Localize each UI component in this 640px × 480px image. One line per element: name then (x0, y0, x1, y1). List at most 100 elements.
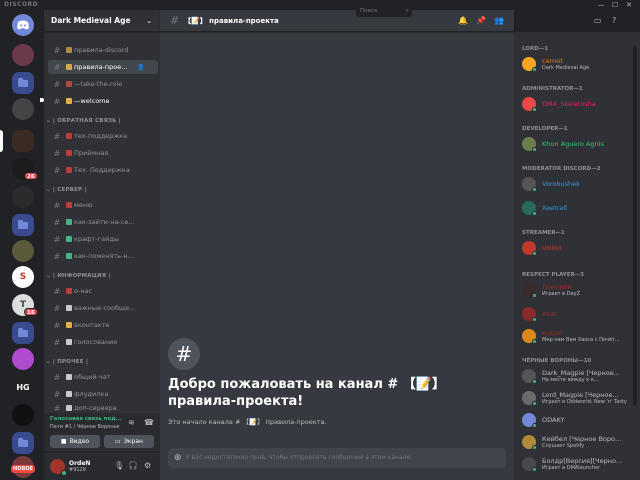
home-button[interactable] (12, 14, 34, 36)
member-name: DMA_Skeletosha (542, 100, 596, 108)
channel-item[interactable]: # вконтакте (48, 318, 158, 332)
channel-label: правила-discord (74, 46, 129, 54)
members-icon[interactable]: 👥 (494, 10, 504, 32)
online-status-icon (532, 445, 537, 450)
close-button[interactable]: ✕ (624, 0, 634, 10)
help-icon[interactable]: ? (612, 10, 616, 32)
channel-label: о-нас (74, 287, 93, 295)
hash-icon: # (53, 234, 61, 244)
category-header[interactable]: ⌄ | ОБРАТНАЯ СВЯЗЬ | (46, 118, 121, 124)
channel-item[interactable]: # тех-поддержка (48, 129, 158, 143)
channel-item[interactable]: # Приёмная (48, 146, 158, 160)
server-dark-medieval-age[interactable] (12, 130, 34, 152)
channel-item[interactable]: # о-нас (48, 284, 158, 298)
online-status-icon (532, 401, 537, 406)
server-name: Dark Medieval Age (51, 16, 131, 25)
server-icon[interactable] (12, 186, 34, 208)
role-header: LORD—1 (522, 46, 549, 52)
headphones-icon[interactable]: 🎧 (128, 461, 138, 470)
invite-icon[interactable]: 👤 (137, 64, 144, 71)
member-item[interactable]: Volkot (520, 238, 630, 258)
member-item[interactable]: Болдр[Версия][Черно... Играет в DMAlaunc… (520, 454, 630, 474)
member-item[interactable]: Xeetrall (520, 198, 630, 218)
channel-item[interactable]: # правила-discord (48, 43, 158, 57)
member-name: ODAKY (542, 416, 565, 424)
channel-label: —take-the-role (74, 80, 123, 88)
microphone-icon[interactable]: 🎙 (114, 461, 124, 470)
member-activity: На месте вижду к к... (542, 377, 599, 383)
member-item[interactable]: кудап Мир нам Вам Хаоса с Почёт... (520, 326, 630, 346)
role-header: DEVELOPER—1 (522, 126, 568, 132)
member-list-scrollbar[interactable] (630, 32, 640, 480)
category-header[interactable]: ⌄ | СЕРВЕР | (46, 187, 87, 193)
gear-icon[interactable]: ⚙ (144, 461, 151, 470)
server-icon[interactable] (12, 348, 34, 370)
channel-item[interactable]: # как-поменять-н... (48, 249, 158, 263)
server-folder[interactable] (12, 214, 34, 236)
channel-emoji-icon (66, 202, 72, 208)
voice-connection-panel: Голосовая связь под... Пати #1 / Чёрное … (44, 413, 160, 453)
server-icon[interactable] (12, 240, 34, 262)
voice-location[interactable]: Пати #1 / Чёрное Воронье (50, 424, 128, 430)
member-name: сernot (542, 57, 563, 65)
server-header[interactable]: Dark Medieval Age ⌄ (44, 10, 160, 32)
channel-label: крафт-гайды (74, 235, 119, 243)
category-header[interactable]: ⌄ | ИНФОРМАЦИЯ | (46, 273, 111, 279)
channel-item[interactable]: # —welcome (48, 94, 158, 108)
server-icon[interactable] (12, 44, 34, 66)
video-button[interactable]: ■ Видео (50, 435, 100, 448)
member-item[interactable]: Lord_Magpie [Черное... Играет в Oddworld… (520, 388, 630, 408)
server-icon[interactable] (12, 98, 34, 120)
channel-item[interactable]: # —take-the-role (48, 77, 158, 91)
new-badge: НОВОЕ (11, 465, 35, 473)
channel-item[interactable]: # как-зайти-на-се... (48, 215, 158, 229)
server-icon[interactable] (12, 404, 34, 426)
category-header[interactable]: ⌄ | ПРОЧЕЕ | (46, 359, 88, 365)
search-icon: ⌕ (405, 7, 409, 14)
member-item[interactable]: Ломовой Играет в DayZ (520, 280, 630, 300)
voice-status: Голосовая связь под... (50, 416, 122, 422)
maximize-button[interactable]: ☐ (610, 0, 620, 10)
channel-label: голосование (74, 338, 118, 346)
channel-item[interactable]: # голосование (48, 335, 158, 349)
minimize-button[interactable]: — (596, 0, 606, 10)
disconnect-icon[interactable]: ☎ (144, 418, 154, 427)
channel-emoji-icon (66, 288, 72, 294)
channel-item[interactable]: # общий-чат (48, 370, 158, 384)
channel-item[interactable]: # флудилка (48, 387, 158, 401)
server-rail: 26 S T 16 HG НОВОЕ (0, 10, 44, 480)
member-item[interactable]: DMA_Skeletosha (520, 94, 630, 114)
member-item[interactable]: Dark_Magpie [Черное... На месте вижду к … (520, 366, 630, 386)
member-item[interactable]: Asat (520, 304, 630, 324)
member-item[interactable]: Khun Aguero Agnis (520, 134, 630, 154)
search-input[interactable]: Поиск ⌕ (356, 5, 412, 17)
member-name: Asat (542, 310, 557, 318)
inbox-icon[interactable]: ▭ (594, 10, 602, 32)
channel-header: # 【📝】 правила-проекта 🔔 📌 👥 (160, 10, 514, 32)
channel-item[interactable]: # доп-сервера (48, 404, 158, 412)
channel-item[interactable]: # важные-сообще... (48, 301, 158, 315)
message-composer[interactable]: ⊕ У вас недостаточно прав, чтобы отправл… (168, 448, 506, 468)
hash-icon: # (53, 165, 61, 175)
member-item[interactable]: Vorobushek (520, 174, 630, 194)
channel-item[interactable]: # меню (48, 198, 158, 212)
pin-icon[interactable]: 📌 (476, 10, 486, 32)
scrollbar-thumb[interactable] (633, 46, 637, 406)
server-icon[interactable]: S (12, 266, 34, 288)
noise-suppression-icon[interactable]: ≋ (128, 418, 135, 427)
server-folder[interactable] (12, 322, 34, 344)
server-folder[interactable] (12, 72, 34, 94)
member-item[interactable]: ODAKY (520, 410, 630, 430)
channel-item[interactable]: # Тех. Поддержка (48, 163, 158, 177)
hash-icon: # (53, 148, 61, 158)
screen-share-button[interactable]: ▭ Экран (104, 435, 154, 448)
bell-icon[interactable]: 🔔 (458, 10, 468, 32)
server-icon[interactable]: HG (12, 376, 34, 398)
channel-item-active[interactable]: # правила-прое... 👤 (48, 60, 158, 74)
member-list: LORD—1 сernot Dark Medieval Age ADMINIST… (514, 32, 630, 480)
member-item[interactable]: сernot Dark Medieval Age (520, 54, 630, 74)
camera-icon: ■ (60, 438, 67, 445)
member-item[interactable]: Кейбел [Черное Воро... Слушает Spotify (520, 432, 630, 452)
server-folder[interactable] (12, 432, 34, 454)
channel-item[interactable]: # крафт-гайды (48, 232, 158, 246)
